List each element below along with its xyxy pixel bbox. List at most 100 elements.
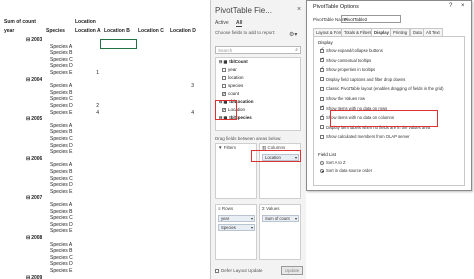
- collapse-icon[interactable]: ⊟: [26, 195, 30, 201]
- sort-a-to-z-option[interactable]: Sort A to Z: [320, 160, 346, 166]
- pivot-year-row[interactable]: ⊟2004: [26, 76, 42, 84]
- collapse-icon[interactable]: ⊟: [26, 37, 30, 43]
- collapse-icon[interactable]: ⊟: [26, 77, 30, 83]
- collapse-icon[interactable]: ⊟: [26, 235, 30, 241]
- field-row[interactable]: year: [216, 66, 300, 74]
- highlight-box-show-items-no-data: [330, 110, 438, 127]
- rows-item-year[interactable]: year ▾: [218, 215, 255, 222]
- field-label: count: [228, 91, 240, 96]
- pivot-year-row[interactable]: ⊟2005: [26, 115, 42, 123]
- pivottable-options-dialog: PivotTable Options ? × PivotTable Name: …: [306, 0, 472, 191]
- field-checkbox[interactable]: [222, 84, 226, 88]
- pivot-column-field-label[interactable]: Location: [75, 18, 105, 26]
- pivot-year-row[interactable]: ⊟2003: [26, 36, 42, 44]
- sort-data-source-radio[interactable]: [320, 168, 324, 173]
- display-option[interactable]: Show calculated members from OLAP server: [320, 134, 410, 140]
- values-area[interactable]: Σ Values Sum of count ▾: [259, 204, 301, 260]
- update-button[interactable]: Update: [281, 266, 303, 275]
- pivot-year-row[interactable]: ⊟2009: [26, 274, 42, 279]
- pivot-year-value: 2007: [31, 195, 43, 202]
- help-icon[interactable]: ?: [449, 3, 452, 9]
- display-option[interactable]: Show properties in tooltips: [320, 65, 375, 73]
- drag-hint: Drag fields between areas below:: [215, 136, 282, 141]
- chevron-down-icon[interactable]: ▾: [251, 216, 253, 222]
- tab-printing[interactable]: Printing: [390, 28, 411, 36]
- selected-cell[interactable]: [100, 39, 137, 49]
- tab-totals-filters[interactable]: Totals & Filters: [341, 28, 375, 36]
- pivottable-name-input[interactable]: PivotTable2: [341, 15, 401, 23]
- option-checkbox[interactable]: [320, 56, 324, 63]
- field-group-row[interactable]: ⊟ ▦ tblCount: [216, 58, 300, 66]
- collapse-icon[interactable]: ⊟: [26, 156, 30, 162]
- pivot-species-label[interactable]: Species E: [50, 267, 78, 275]
- sort-data-source-option[interactable]: Sort in data source order: [320, 168, 372, 174]
- sort-a-to-z-radio[interactable]: [320, 160, 324, 165]
- tab-display[interactable]: Display: [371, 28, 392, 36]
- defer-layout-row[interactable]: Defer Layout Update: [215, 268, 263, 273]
- pivot-column-header[interactable]: Location C: [138, 27, 172, 35]
- option-checkbox[interactable]: [320, 134, 324, 139]
- field-checkbox[interactable]: [222, 76, 226, 80]
- field-label: tblCount: [229, 59, 248, 64]
- pivot-species-label[interactable]: Species E: [50, 69, 78, 77]
- option-checkbox[interactable]: [320, 46, 324, 53]
- pivot-table-sheet: Sum of count Location year Species Locat…: [0, 0, 210, 279]
- pivot-column-header[interactable]: Location D: [170, 27, 204, 35]
- chevron-down-icon[interactable]: ▾: [251, 225, 253, 231]
- field-row[interactable]: location: [216, 74, 300, 82]
- tab-alt-text[interactable]: Alt Text: [423, 28, 443, 36]
- rows-item-species[interactable]: Species ▾: [218, 224, 255, 231]
- field-row[interactable]: species: [216, 82, 300, 90]
- tab-active[interactable]: Active: [215, 20, 229, 26]
- dialog-titlebar[interactable]: PivotTable Options ? ×: [307, 1, 471, 13]
- pivot-value-cell[interactable]: 4: [170, 109, 194, 117]
- display-section-label: Display: [318, 40, 333, 45]
- collapse-icon[interactable]: ⊟: [26, 275, 30, 279]
- field-search-input[interactable]: Search ⌕: [215, 46, 301, 54]
- pivot-row-header-year[interactable]: year: [4, 27, 34, 35]
- display-option[interactable]: Show the Values row: [320, 96, 365, 102]
- gear-icon[interactable]: ⚙▾: [289, 31, 297, 38]
- pivot-species-label[interactable]: Species E: [50, 109, 78, 117]
- pivot-year-value: 2003: [31, 37, 43, 43]
- rows-area-title: ≡ Rows: [218, 206, 234, 211]
- field-checkbox[interactable]: [222, 68, 226, 72]
- pivot-column-header[interactable]: Location B: [104, 27, 138, 35]
- option-checkbox[interactable]: [320, 65, 324, 72]
- field-row[interactable]: count: [216, 90, 300, 98]
- display-option[interactable]: Show expand/collapse buttons: [320, 46, 383, 54]
- pivot-species-label[interactable]: Species E: [50, 188, 78, 196]
- pivot-year-row[interactable]: ⊟2007: [26, 194, 42, 202]
- rows-area[interactable]: ≡ Rows year ▾ Species ▾: [215, 204, 257, 260]
- values-item-sum-of-count[interactable]: Sum of count ▾: [262, 215, 299, 222]
- pivot-year-row[interactable]: ⊟2008: [26, 234, 42, 242]
- tab-all[interactable]: All: [236, 20, 243, 27]
- pivot-value-cell[interactable]: 1: [75, 69, 99, 77]
- option-checkbox[interactable]: [320, 113, 324, 120]
- pivot-value-cell[interactable]: 4: [75, 109, 99, 117]
- option-checkbox[interactable]: [320, 104, 324, 111]
- option-checkbox[interactable]: [320, 86, 324, 91]
- pivot-year-row[interactable]: ⊟2006: [26, 155, 42, 163]
- defer-layout-checkbox[interactable]: [215, 268, 219, 273]
- pivot-value-field-label[interactable]: Sum of count: [4, 18, 64, 26]
- table-icon[interactable]: ⊟ ▦: [219, 59, 227, 64]
- option-checkbox[interactable]: [320, 77, 324, 82]
- display-option[interactable]: Show contextual tooltips: [320, 56, 371, 64]
- field-label: location: [228, 75, 244, 80]
- option-checkbox[interactable]: [320, 125, 324, 130]
- collapse-icon[interactable]: ⊟: [26, 116, 30, 122]
- display-option[interactable]: Classic PivotTable layout (enables dragg…: [320, 86, 444, 92]
- pivot-species-label[interactable]: Species E: [50, 148, 78, 156]
- display-option[interactable]: Display field captions and filter drop d…: [320, 77, 405, 83]
- field-checkbox[interactable]: [222, 90, 226, 98]
- dialog-title: PivotTable Options: [313, 4, 359, 10]
- option-checkbox[interactable]: [320, 96, 324, 101]
- close-icon[interactable]: ×: [297, 6, 301, 13]
- pivot-species-label[interactable]: Species E: [50, 227, 78, 235]
- search-placeholder: Search: [218, 48, 233, 53]
- pivot-row-header-species[interactable]: Species: [46, 27, 74, 35]
- chevron-down-icon[interactable]: ▾: [295, 216, 297, 222]
- pivot-value-cell[interactable]: 3: [170, 82, 194, 90]
- close-icon[interactable]: ×: [461, 3, 465, 9]
